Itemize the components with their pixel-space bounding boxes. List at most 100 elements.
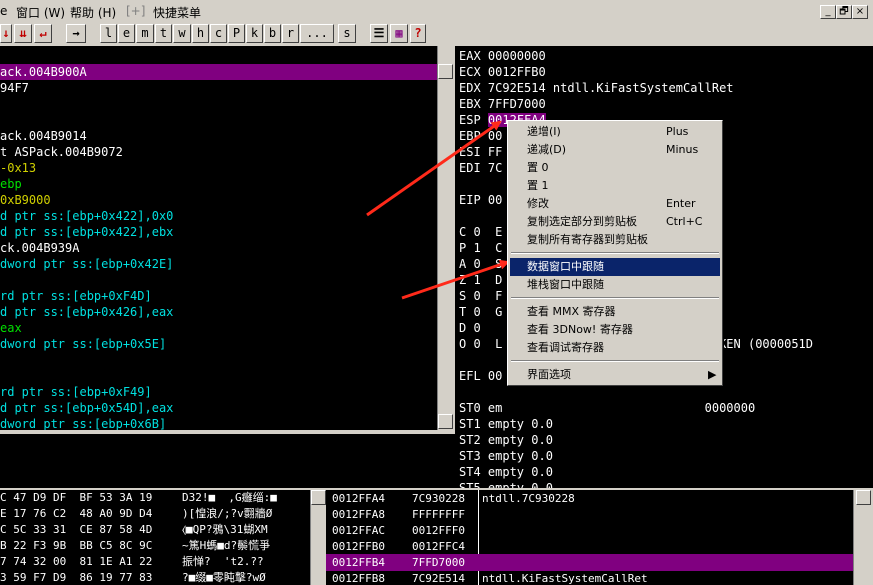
minimize-button[interactable]: _ xyxy=(820,5,836,19)
disasm-line[interactable]: d ptr ss:[ebp+0x422],0x0 xyxy=(0,208,437,224)
toolbar-button-k[interactable]: k xyxy=(246,24,263,43)
stack-scrollbar[interactable] xyxy=(853,490,873,585)
register-line[interactable]: ST3 empty 0.0 xyxy=(459,448,553,464)
disasm-line[interactable]: rd ptr ss:[ebp+0xF4D] xyxy=(0,288,437,304)
toolbar-button-w[interactable]: w xyxy=(173,24,191,43)
disassembly-scrollbar[interactable] xyxy=(437,46,453,430)
step-icon[interactable]: ↓ xyxy=(0,24,12,43)
toolbar-button-r[interactable]: r xyxy=(282,24,299,43)
dump-ascii[interactable]: ?■缀■零盹擊?wØ xyxy=(182,570,266,585)
context-menu-item[interactable]: 复制选定部分到剪贴板 Ctrl+C xyxy=(510,213,720,231)
disasm-line[interactable]: dword ptr ss:[ebp+0x5E] xyxy=(0,336,437,352)
menu-file-partial[interactable]: e xyxy=(0,4,7,18)
disasm-line[interactable]: d ptr ss:[ebp+0x54D],eax xyxy=(0,400,437,416)
context-menu-item[interactable]: 置 0 xyxy=(510,159,720,177)
register-line[interactable]: P 1 C xyxy=(459,240,502,256)
stack-row[interactable]: 0012FFB8 7C92E514 ntdll.KiFastSystemCallRe… xyxy=(326,570,853,585)
scroll-down-button[interactable] xyxy=(438,414,453,429)
register-line[interactable]: ST4 empty 0.0 xyxy=(459,464,553,480)
register-line[interactable]: EBX 7FFD7000 xyxy=(459,96,546,112)
step-into-icon[interactable]: ⇊ xyxy=(14,24,32,43)
context-menu-item[interactable]: 复制所有寄存器到剪贴板 xyxy=(510,231,720,249)
context-menu-item[interactable]: 递增(I) Plus xyxy=(510,123,720,141)
context-menu-item[interactable]: 堆栈窗口中跟随 xyxy=(510,276,720,294)
context-menu-item[interactable]: 修改 Enter xyxy=(510,195,720,213)
goto-icon[interactable]: → xyxy=(66,24,86,43)
stack-scroll-up-button[interactable] xyxy=(856,490,871,505)
disasm-line[interactable]: dword ptr ss:[ebp+0x6B] xyxy=(0,416,437,430)
dump-scrollbar[interactable] xyxy=(310,490,326,585)
disasm-line[interactable]: dword ptr ss:[ebp+0x42E] xyxy=(0,256,437,272)
register-line[interactable]: C 0 E xyxy=(459,224,502,240)
restore-button[interactable]: 🗗 xyxy=(836,5,852,19)
context-menu-item[interactable]: 界面选项 ▶ xyxy=(510,366,720,384)
disasm-line[interactable] xyxy=(0,272,437,288)
step-out-icon[interactable]: ↵ xyxy=(34,24,52,43)
disasm-line[interactable]: ebp xyxy=(0,176,437,192)
register-line[interactable]: EAX 00000000 xyxy=(459,48,546,64)
toolbar-button-m[interactable]: m xyxy=(136,24,154,43)
context-menu-item[interactable]: 递减(D) Minus xyxy=(510,141,720,159)
dump-panel[interactable]: C 47 D9 DF BF 53 3A 19 D32!■ ,G癰缁:■ E 17 7… xyxy=(0,490,310,585)
context-menu-item[interactable]: 查看 3DNow! 寄存器 xyxy=(510,321,720,339)
dump-hex[interactable]: E 17 76 C2 48 A0 9D D4 xyxy=(0,506,152,522)
menu-plus[interactable]: [+] xyxy=(126,4,145,18)
register-line[interactable]: EIP 00 xyxy=(459,192,502,208)
toolbar-button-t[interactable]: t xyxy=(155,24,172,43)
register-line[interactable]: EBP 00 xyxy=(459,128,502,144)
dump-hex[interactable]: B 22 F3 9B BB C5 8C 9C xyxy=(0,538,152,554)
disasm-line[interactable]: rd ptr ss:[ebp+0xF49] xyxy=(0,384,437,400)
disasm-line[interactable]: t ASPack.004B9072 xyxy=(0,144,437,160)
stack-row[interactable]: 0012FFAC 0012FFF0 xyxy=(326,522,853,539)
register-line[interactable]: T 0 G xyxy=(459,304,502,320)
register-line[interactable]: EDI 7C xyxy=(459,160,502,176)
toolbar-button-p[interactable]: P xyxy=(228,24,245,43)
toolbar-button-e[interactable]: e xyxy=(118,24,135,43)
dump-hex[interactable]: C 47 D9 DF BF 53 3A 19 xyxy=(0,490,152,506)
toolbar-button-c[interactable]: c xyxy=(210,24,227,43)
context-menu-item[interactable]: 数据窗口中跟随 xyxy=(510,258,720,276)
context-menu-item[interactable]: 查看调试寄存器 xyxy=(510,339,720,357)
stack-panel[interactable]: 0012FFA4 7C930228 ntdll.7C930228 0012FFA8 FF… xyxy=(326,490,853,585)
dump-scroll-up-button[interactable] xyxy=(311,490,326,505)
dump-ascii[interactable]: ⦉■QP?鴉\31蝴XM xyxy=(182,522,268,538)
disasm-line[interactable]: ack.004B900A xyxy=(0,64,437,80)
scroll-thumb[interactable] xyxy=(438,64,453,79)
register-line[interactable]: ST1 empty 0.0 xyxy=(459,416,553,432)
dump-hex[interactable]: C 5C 33 31 CE 87 58 4D xyxy=(0,522,152,538)
register-line[interactable]: ESI FF xyxy=(459,144,502,160)
menu-shortcut[interactable]: 快捷菜单 xyxy=(153,4,201,21)
disasm-line[interactable]: ck.004B939A xyxy=(0,240,437,256)
toolbar-button-l[interactable]: l xyxy=(100,24,117,43)
menu-help[interactable]: 帮助 (H) xyxy=(70,4,116,21)
stack-row[interactable]: 0012FFB4 7FFD7000 xyxy=(326,554,853,571)
toolbar-button-b[interactable]: b xyxy=(264,24,281,43)
context-menu-item[interactable]: 置 1 xyxy=(510,177,720,195)
dump-ascii[interactable]: ~篤H螞■d?鬃慌爭 xyxy=(182,538,270,554)
toolbar-button-s[interactable]: s xyxy=(338,24,356,43)
register-line[interactable]: ST0 em 0000000 xyxy=(459,400,755,416)
toolbar-button-more[interactable]: ... xyxy=(300,24,334,43)
dump-hex[interactable]: 3 59 F7 D9 86 19 77 83 xyxy=(0,570,152,585)
disasm-line[interactable]: eax xyxy=(0,320,437,336)
stack-row[interactable]: 0012FFA4 7C930228 ntdll.7C930228 xyxy=(326,490,853,507)
disasm-line[interactable]: -0x13 xyxy=(0,160,437,176)
stack-row[interactable]: 0012FFB0 0012FFC4 xyxy=(326,538,853,555)
disasm-line[interactable] xyxy=(0,368,437,384)
disassembly-panel[interactable]: ack.004B900A 94F7 ack.004B9014 t ASPack.004… xyxy=(0,46,437,430)
help-icon[interactable]: ? xyxy=(410,24,426,43)
register-line[interactable]: A 0 S xyxy=(459,256,502,272)
close-button[interactable]: × xyxy=(852,5,868,19)
disasm-line[interactable]: 94F7 xyxy=(0,80,437,96)
options-icon[interactable]: ▦ xyxy=(390,24,408,43)
disasm-line[interactable] xyxy=(0,352,437,368)
register-line[interactable]: S 0 F xyxy=(459,288,502,304)
register-line[interactable]: EDX 7C92E514 ntdll.KiFastSystemCallRet xyxy=(459,80,734,96)
dump-ascii[interactable]: D32!■ ,G癰缁:■ xyxy=(182,490,277,506)
disasm-line[interactable]: 0xB9000 xyxy=(0,192,437,208)
list-icon[interactable]: ☰ xyxy=(370,24,388,43)
register-line[interactable]: ST2 empty 0.0 xyxy=(459,432,553,448)
disasm-line[interactable]: ack.004B9014 xyxy=(0,128,437,144)
menu-window[interactable]: 窗口 (W) xyxy=(16,4,65,21)
stack-row[interactable]: 0012FFA8 FFFFFFFF xyxy=(326,506,853,523)
